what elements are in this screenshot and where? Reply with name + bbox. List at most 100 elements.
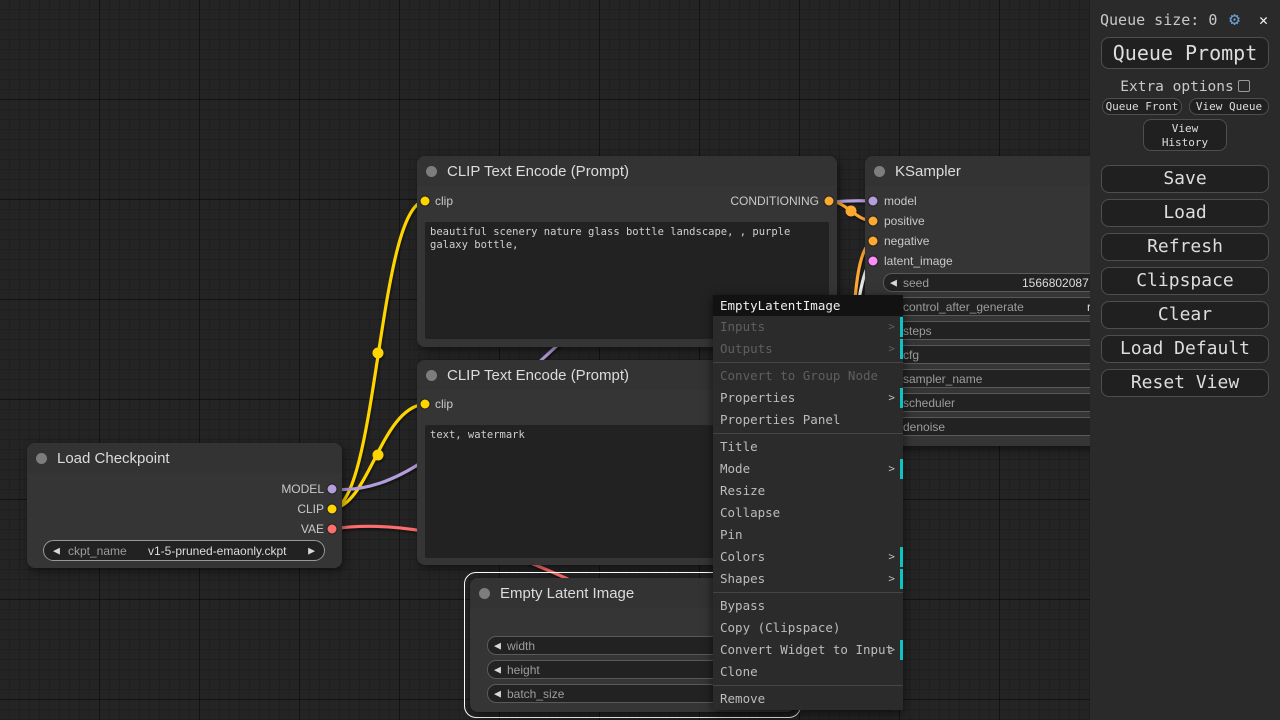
submenu-arrow-icon: > <box>888 320 895 333</box>
submenu-accent-bar <box>900 339 903 359</box>
decrement-arrow-icon[interactable]: ◀ <box>890 277 897 288</box>
menu-item-properties-panel[interactable]: Properties Panel <box>713 409 903 431</box>
clip-output-port[interactable] <box>327 504 337 514</box>
positive-input-label: positive <box>884 214 925 228</box>
menu-item-remove[interactable]: Remove <box>713 688 903 710</box>
view-queue-button[interactable]: View Queue <box>1189 98 1269 115</box>
negative-input-port[interactable] <box>868 236 878 246</box>
widget-label: scheduler <box>903 395 956 410</box>
negative-input-label: negative <box>884 234 930 248</box>
clipspace-button[interactable]: Clipspace <box>1101 267 1269 295</box>
submenu-arrow-icon: > <box>888 391 895 404</box>
model-output-label: MODEL <box>281 482 324 496</box>
menu-item-label: Properties Panel <box>720 412 841 427</box>
widget-label: sampler_name <box>903 371 983 386</box>
menu-item-label: Properties <box>720 390 796 405</box>
context-menu-title: EmptyLatentImage <box>713 295 903 316</box>
submenu-accent-bar <box>900 459 903 479</box>
menu-item-pin[interactable]: Pin <box>713 524 903 546</box>
view-history-button[interactable]: View History <box>1143 119 1227 151</box>
queue-front-button[interactable]: Queue Front <box>1102 98 1182 115</box>
queue-prompt-button[interactable]: Queue Prompt <box>1101 37 1269 69</box>
widget-label: seed <box>903 275 930 290</box>
vae-output-port[interactable] <box>327 524 337 534</box>
widget-label: control_after_generate <box>903 299 1024 314</box>
node-title-text: KSampler <box>895 163 961 180</box>
load-button[interactable]: Load <box>1101 199 1269 227</box>
menu-item-convert-widget-to-input[interactable]: Convert Widget to Input > <box>713 639 903 661</box>
menu-item-label: Colors <box>720 549 766 564</box>
menu-item-label: Copy (Clipspace) <box>720 620 841 635</box>
node-title-bar[interactable]: Load Checkpoint <box>27 443 342 473</box>
model-input-label: model <box>884 194 917 208</box>
menu-item-copy-clipspace[interactable]: Copy (Clipspace) <box>713 617 903 639</box>
submenu-arrow-icon: > <box>888 462 895 475</box>
positive-input-port[interactable] <box>868 216 878 226</box>
menu-item-outputs: Outputs > <box>713 338 903 360</box>
menu-item-clone[interactable]: Clone <box>713 661 903 683</box>
menu-item-resize[interactable]: Resize <box>713 480 903 502</box>
next-option-arrow-icon[interactable]: ▶ <box>308 545 315 556</box>
node-title-text: Empty Latent Image <box>500 585 635 602</box>
latent-image-input-port[interactable] <box>868 256 878 266</box>
settings-gear-icon[interactable]: ⚙ <box>1229 9 1240 31</box>
menu-item-title[interactable]: Title <box>713 436 903 458</box>
node-status-dot <box>426 166 437 177</box>
decrement-arrow-icon[interactable]: ◀ <box>494 688 501 699</box>
submenu-accent-bar <box>900 317 903 337</box>
comfyui-app: CLIP Text Encode (Prompt) clip CONDITION… <box>0 0 1280 720</box>
menu-item-colors[interactable]: Colors > <box>713 546 903 568</box>
load-default-button[interactable]: Load Default <box>1101 335 1269 363</box>
node-status-dot <box>36 453 47 464</box>
vae-output-label: VAE <box>300 522 324 536</box>
menu-item-shapes[interactable]: Shapes > <box>713 568 903 590</box>
menu-separator <box>713 685 903 686</box>
node-title-text: Load Checkpoint <box>57 450 170 467</box>
menu-item-label: Collapse <box>720 505 781 520</box>
submenu-accent-bar <box>900 547 903 567</box>
widget-label: ckpt_name <box>68 543 127 558</box>
prev-option-arrow-icon[interactable]: ◀ <box>53 545 60 556</box>
menu-item-convert-to-group-node: Convert to Group Node <box>713 365 903 387</box>
node-title-bar[interactable]: CLIP Text Encode (Prompt) <box>417 156 837 186</box>
menu-item-label: Convert to Group Node <box>720 368 879 383</box>
node-load-checkpoint[interactable]: Load Checkpoint MODEL CLIP VAE ◀ ckpt_na… <box>27 443 342 568</box>
clip-input-label: clip <box>435 397 454 411</box>
conditioning-output-port[interactable] <box>824 196 834 206</box>
extra-options-checkbox[interactable] <box>1237 80 1250 92</box>
submenu-arrow-icon: > <box>888 342 895 355</box>
menu-separator <box>713 433 903 434</box>
menu-item-bypass[interactable]: Bypass <box>713 595 903 617</box>
widget-label: denoise <box>903 419 946 434</box>
model-output-port[interactable] <box>327 484 337 494</box>
clear-button[interactable]: Clear <box>1101 301 1269 329</box>
conditioning-output-label: CONDITIONING <box>730 194 819 208</box>
ckpt-name-widget[interactable]: ◀ ckpt_name v1-5-pruned-emaonly.ckpt ▶ <box>43 540 325 561</box>
widget-label: width <box>507 638 536 653</box>
widget-value: v1-5-pruned-emaonly.ckpt <box>147 543 287 558</box>
refresh-button[interactable]: Refresh <box>1101 233 1269 261</box>
node-status-dot <box>426 370 437 381</box>
close-icon[interactable]: ✕ <box>1259 9 1268 31</box>
decrement-arrow-icon[interactable]: ◀ <box>494 664 501 675</box>
clip-input-port[interactable] <box>420 399 430 409</box>
save-button[interactable]: Save <box>1101 165 1269 193</box>
node-status-dot <box>479 588 490 599</box>
widget-value: 1566802087 <box>1022 275 1089 290</box>
menu-item-properties[interactable]: Properties > <box>713 387 903 409</box>
clip-input-label: clip <box>435 194 454 208</box>
menu-item-label: Convert Widget to Input <box>720 642 894 657</box>
node-title-text: CLIP Text Encode (Prompt) <box>447 163 630 180</box>
clip-input-port[interactable] <box>420 196 430 206</box>
model-input-port[interactable] <box>868 196 878 206</box>
menu-item-mode[interactable]: Mode > <box>713 458 903 480</box>
menu-item-label: Clone <box>720 664 758 679</box>
extra-options-label: Extra options <box>1120 79 1234 95</box>
menu-item-label: Pin <box>720 527 743 542</box>
reset-view-button[interactable]: Reset View <box>1101 369 1269 397</box>
menu-item-label: Outputs <box>720 341 773 356</box>
submenu-arrow-icon: > <box>888 572 895 585</box>
decrement-arrow-icon[interactable]: ◀ <box>494 640 501 651</box>
node-title-text: CLIP Text Encode (Prompt) <box>447 367 630 384</box>
menu-item-collapse[interactable]: Collapse <box>713 502 903 524</box>
